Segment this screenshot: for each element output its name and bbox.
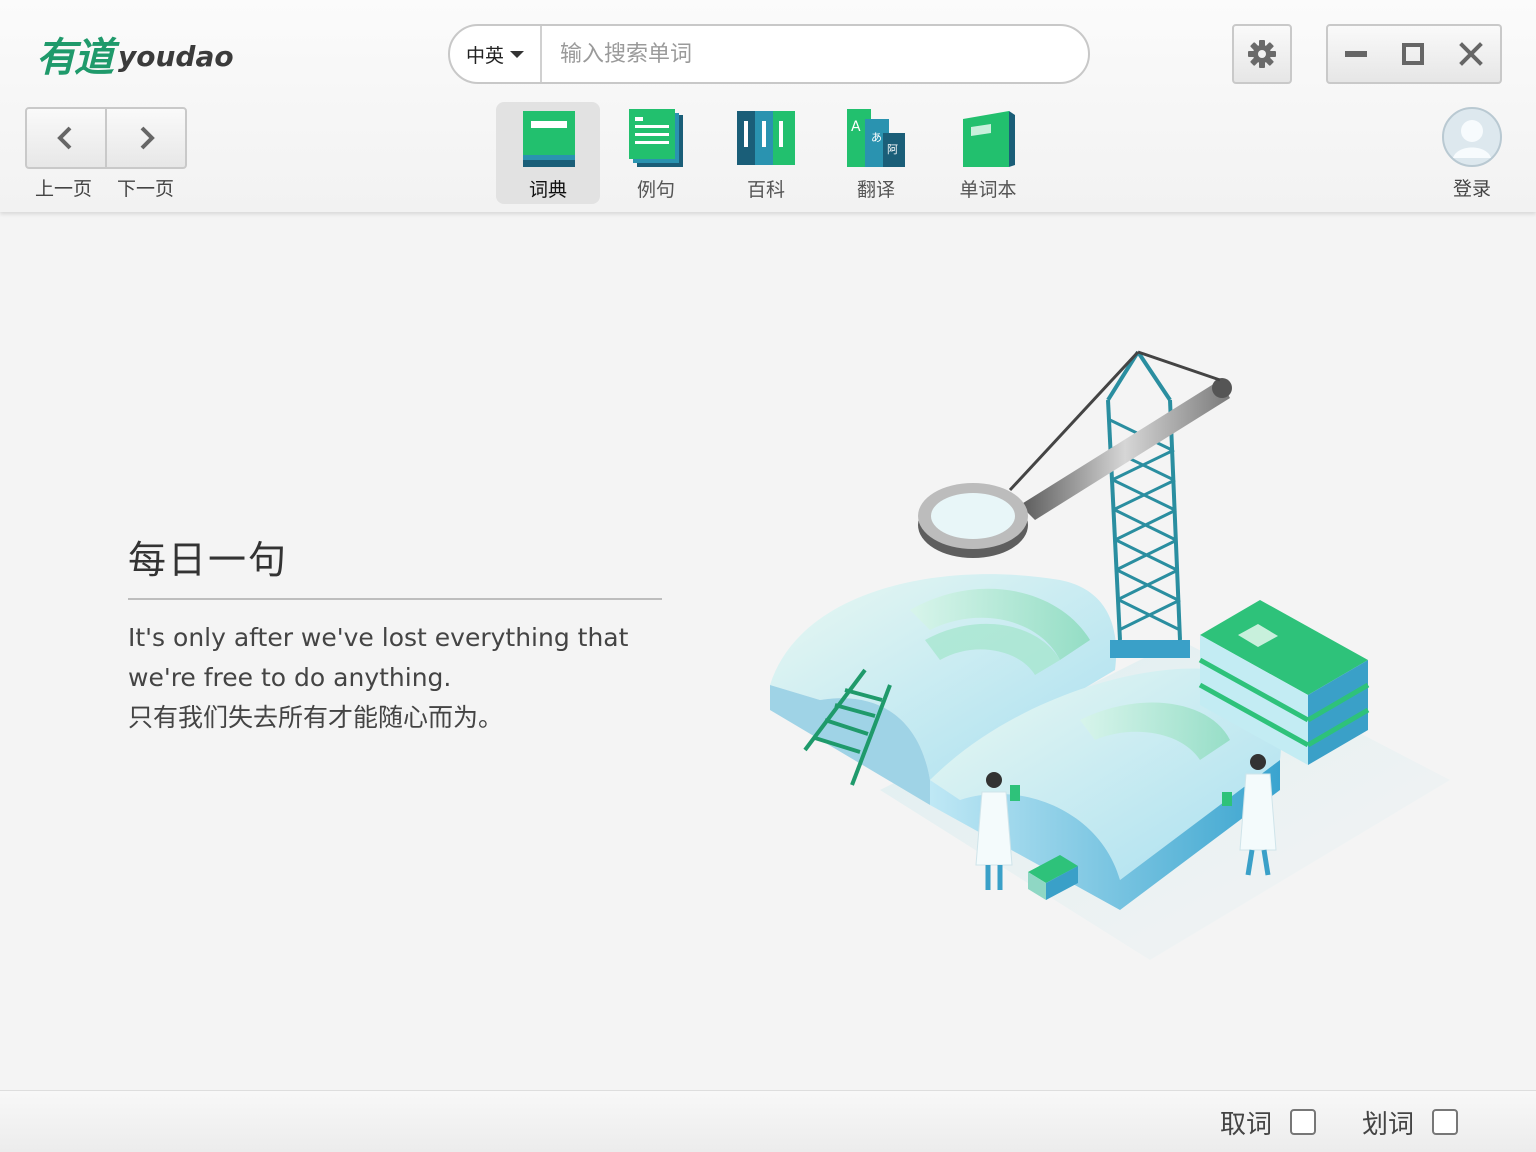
maximize-button[interactable]: [1384, 24, 1444, 84]
daily-sentence-en-line1: It's only after we've lost everything th…: [128, 623, 629, 652]
tab-sentences-label: 例句: [636, 179, 675, 201]
daily-sentence: 每日一句 It's only after we've lost everythi…: [128, 530, 662, 738]
translate-icon: A あ 阿: [847, 109, 905, 167]
capture-word-label: 取词: [1220, 1109, 1273, 1140]
select-word-checkbox[interactable]: [1432, 1109, 1459, 1135]
tab-encyclopedia[interactable]: 百科: [714, 102, 818, 204]
tab-translate[interactable]: A あ 阿 翻译: [824, 102, 928, 204]
logo-chinese: 有道: [36, 34, 114, 81]
tab-wordbook-label: 单词本: [959, 179, 1017, 201]
back-button[interactable]: [25, 107, 107, 169]
forward-label: 下一页: [117, 178, 175, 200]
tab-wordbook[interactable]: 单词本: [936, 102, 1040, 204]
toolbar-header: 有道 youdao 中英 输入搜索单词 上一页 下一页 词典 例句 百科 A あ…: [0, 0, 1536, 212]
minimize-button[interactable]: [1326, 24, 1386, 84]
tab-translate-label: 翻译: [856, 179, 895, 201]
search-bar: 中英: [448, 24, 1090, 84]
language-label: 中英: [465, 44, 504, 67]
tab-dictionary-label: 词典: [528, 179, 567, 201]
login-button[interactable]: 登录: [1440, 106, 1504, 201]
daily-sentence-cn: 只有我们失去所有才能随心而为。: [128, 703, 504, 732]
settings-button[interactable]: [1232, 24, 1292, 84]
dictionary-icon: [523, 111, 575, 167]
logo-english: youdao: [118, 39, 234, 73]
sentences-icon: [629, 109, 683, 167]
chevron-right-icon: [140, 126, 155, 150]
tab-sentences[interactable]: 例句: [604, 102, 708, 204]
daily-title: 每日一句: [128, 530, 662, 600]
back-label: 上一页: [35, 178, 93, 200]
chevron-down-icon: [510, 50, 524, 58]
search-input[interactable]: [542, 26, 1088, 82]
status-footer: 取词 划词: [0, 1090, 1536, 1152]
close-button[interactable]: [1442, 24, 1502, 84]
maximize-icon: [1402, 43, 1424, 65]
construction-illustration: [770, 350, 1450, 960]
avatar-icon: [1442, 107, 1502, 167]
tab-encyclopedia-label: 百科: [746, 179, 785, 201]
login-label: 登录: [1452, 178, 1491, 200]
wordbook-icon: [963, 111, 1015, 167]
chevron-left-icon: [57, 126, 72, 150]
select-word-label: 划词: [1362, 1109, 1415, 1140]
daily-sentence-en-line2: we're free to do anything.: [128, 663, 452, 692]
minimize-icon: [1345, 51, 1367, 57]
svg-text:阿: 阿: [887, 143, 898, 156]
capture-word-checkbox[interactable]: [1290, 1109, 1317, 1135]
tab-dictionary[interactable]: 词典: [496, 102, 600, 204]
capture-word-toggle[interactable]: 取词: [1220, 1105, 1317, 1140]
svg-text:あ: あ: [871, 131, 882, 144]
svg-text:A: A: [851, 119, 861, 135]
encyclopedia-icon: [737, 111, 795, 165]
language-dropdown[interactable]: 中英: [450, 26, 542, 82]
gear-icon: [1248, 40, 1276, 68]
youdao-logo: 有道 youdao: [36, 26, 234, 82]
select-word-toggle[interactable]: 划词: [1362, 1105, 1459, 1140]
forward-button[interactable]: [105, 107, 187, 169]
close-icon: [1459, 42, 1483, 66]
